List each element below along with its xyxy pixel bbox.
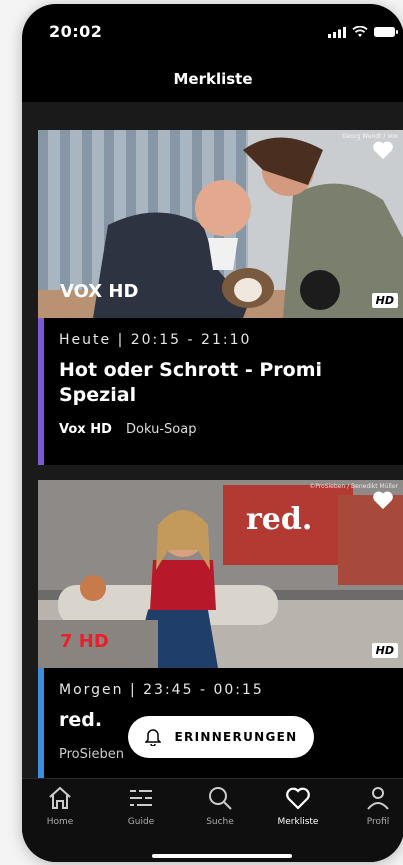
home-indicator[interactable] <box>152 854 292 858</box>
watchlist-list[interactable]: VOX HD Georg Wendt / Vox HD Heute | 20:1… <box>22 102 403 778</box>
set-sign: red. <box>246 502 313 537</box>
watchlist-card[interactable]: VOX HD Georg Wendt / Vox HD Heute | 20:1… <box>38 130 403 465</box>
heart-icon <box>286 787 310 810</box>
page-title: Merkliste <box>173 70 253 88</box>
tab-profile[interactable]: Profil <box>342 785 403 827</box>
phone-frame: 20:02 Merkliste VOX HD Georg Wendt / Vox… <box>22 4 403 862</box>
tab-watchlist-label: Merkliste <box>277 817 319 827</box>
profile-icon <box>367 787 389 810</box>
channel-accent-bar <box>38 668 44 778</box>
program-title: Hot oder Schrott - Promi Spezial <box>59 359 323 406</box>
genre: Doku-Soap <box>126 422 197 437</box>
channel-name: ProSieben <box>59 747 124 762</box>
tab-profile-label: Profil <box>366 817 390 827</box>
tab-guide[interactable]: Guide <box>105 785 177 827</box>
program-thumbnail[interactable]: ©ProSieben / Benedikt Müller red. 7 HD H… <box>38 480 403 668</box>
tab-guide-label: Guide <box>127 817 155 827</box>
bell-icon <box>144 729 161 746</box>
image-credit: Georg Wendt / Vox <box>342 133 398 140</box>
heart-icon[interactable] <box>372 490 394 510</box>
status-bar: 20:02 <box>22 4 403 56</box>
search-icon <box>209 787 232 810</box>
tab-watchlist[interactable]: Merkliste <box>262 785 334 827</box>
program-thumbnail[interactable]: VOX HD Georg Wendt / Vox HD <box>38 130 403 318</box>
hd-badge: HD <box>371 643 398 658</box>
program-meta: Heute | 20:15 - 21:10 Hot oder Schrott -… <box>38 318 403 465</box>
channel-logo: 7 HD <box>60 631 109 652</box>
channel-logo: VOX HD <box>60 281 139 302</box>
home-icon <box>49 786 71 809</box>
wifi-icon <box>352 26 368 37</box>
battery-icon <box>374 27 398 37</box>
channel-name: Vox HD <box>59 422 112 437</box>
heart-icon[interactable] <box>372 140 394 160</box>
reminders-label: ERINNERUNGEN <box>174 730 298 744</box>
tab-bar: Home Guide Suche Merkliste Profil <box>22 778 403 862</box>
status-icons <box>328 26 398 38</box>
tab-search[interactable]: Suche <box>184 785 256 827</box>
hd-badge: HD <box>371 293 398 308</box>
broadcast-time: Morgen | 23:45 - 00:15 <box>59 682 264 698</box>
status-time: 20:02 <box>49 22 103 41</box>
program-info: Vox HD Doku-Soap <box>59 422 403 437</box>
channel-accent-bar <box>38 318 44 465</box>
tab-home-label: Home <box>46 817 74 827</box>
reminders-button[interactable]: ERINNERUNGEN <box>128 716 314 758</box>
tab-home[interactable]: Home <box>24 785 96 827</box>
signal-icon <box>328 26 346 38</box>
broadcast-time: Heute | 20:15 - 21:10 <box>59 332 252 348</box>
image-credit: ©ProSieben / Benedikt Müller <box>309 483 398 490</box>
tab-search-label: Suche <box>206 817 234 827</box>
guide-icon <box>130 790 152 806</box>
